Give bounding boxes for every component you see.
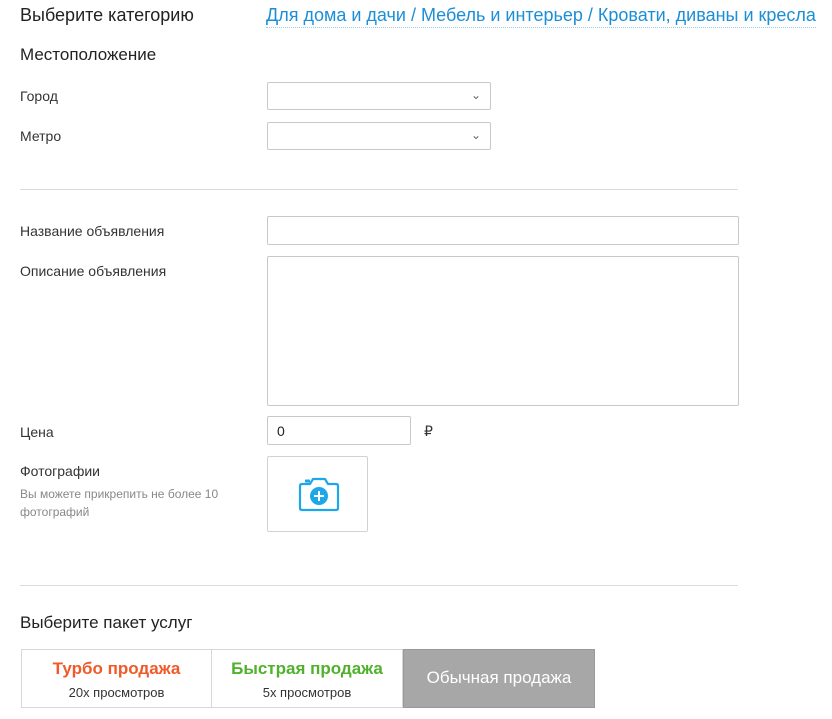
package-turbo-button[interactable]: Турбо продажа 20x просмотров bbox=[21, 649, 212, 708]
add-photo-button[interactable] bbox=[267, 456, 368, 532]
metro-label: Метро bbox=[20, 128, 62, 144]
price-input[interactable] bbox=[267, 416, 411, 445]
ad-name-input[interactable] bbox=[267, 216, 739, 245]
photos-label: Фотографии bbox=[20, 463, 101, 479]
package-fast-button[interactable]: Быстрая продажа 5x просмотров bbox=[212, 649, 403, 708]
ad-name-label: Название объявления bbox=[20, 223, 165, 239]
metro-select[interactable]: ⌄ bbox=[267, 122, 491, 150]
package-views: 5x просмотров bbox=[262, 685, 352, 700]
location-section-title: Местоположение bbox=[20, 45, 157, 64]
package-name: Обычная продажа bbox=[426, 668, 572, 687]
camera-plus-icon bbox=[298, 477, 340, 512]
price-label: Цена bbox=[20, 424, 54, 440]
city-label: Город bbox=[20, 88, 58, 104]
packages-section-title: Выберите пакет услуг bbox=[20, 613, 193, 632]
city-select[interactable]: ⌄ bbox=[267, 82, 491, 110]
category-path-link[interactable]: Для дома и дачи / Мебель и интерьер / Кр… bbox=[266, 5, 816, 28]
package-views: 20x просмотров bbox=[68, 685, 165, 700]
ad-description-textarea[interactable] bbox=[267, 256, 739, 406]
chevron-down-icon: ⌄ bbox=[470, 128, 481, 142]
chevron-down-icon: ⌄ bbox=[470, 88, 481, 102]
divider bbox=[20, 585, 738, 586]
category-label: Выберите категорию bbox=[20, 5, 194, 25]
package-normal-button[interactable]: Обычная продажа bbox=[403, 649, 595, 708]
photos-hint: Вы можете прикрепить не более 10 фотогра… bbox=[20, 487, 219, 519]
package-name: Быстрая продажа bbox=[231, 659, 383, 678]
ad-description-label: Описание объявления bbox=[20, 263, 167, 279]
divider bbox=[20, 189, 738, 190]
currency-symbol: ₽ bbox=[424, 423, 433, 439]
package-name: Турбо продажа bbox=[52, 659, 181, 678]
